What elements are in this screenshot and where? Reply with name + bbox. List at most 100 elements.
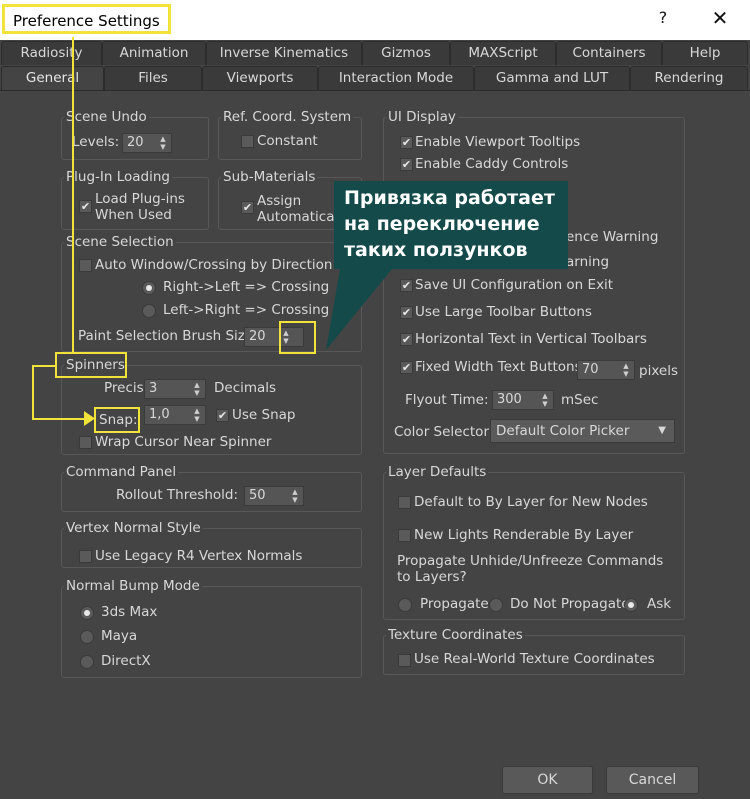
layer-defaults-label: Layer Defaults	[386, 464, 489, 480]
load-plugins-checkbox[interactable]: ✔	[79, 200, 92, 213]
constant-label: Constant	[257, 133, 318, 149]
propagate-question-label-1: Propagate Unhide/Unfreeze Commands	[397, 553, 664, 569]
levels-spinner[interactable]: 20 ▲ ▼	[122, 133, 172, 153]
viewport-tooltips-label: Enable Viewport Tooltips	[415, 134, 581, 150]
rollout-threshold-spinner[interactable]: 50 ▲ ▼	[244, 486, 304, 506]
new-lights-label: New Lights Renderable By Layer	[414, 527, 634, 543]
tab-general[interactable]: General	[1, 66, 104, 91]
snap-value: 1,0	[149, 407, 170, 422]
check-icon: ✔	[217, 409, 228, 422]
spinner-arrows-icon[interactable]: ▲ ▼	[540, 392, 550, 408]
rollout-threshold-value: 50	[249, 488, 266, 503]
check-icon: ✔	[80, 200, 91, 213]
tab-maxscript[interactable]: MAXScript	[450, 41, 556, 65]
help-icon[interactable]: ?	[652, 8, 674, 30]
fixed-width-label: Fixed Width Text Buttons:	[415, 359, 587, 375]
real-world-label: Use Real-World Texture Coordinates	[414, 651, 655, 667]
cancel-button[interactable]: Cancel	[606, 766, 699, 794]
ask-radio[interactable]	[624, 598, 638, 612]
bump-directx-label: DirectX	[101, 653, 151, 669]
tab-gizmos[interactable]: Gizmos	[362, 41, 450, 65]
tab-viewports[interactable]: Viewports	[202, 66, 318, 90]
fixed-width-value: 70	[582, 362, 599, 377]
tab-radiosity[interactable]: Radiosity	[1, 41, 102, 65]
legacy-normals-checkbox[interactable]	[79, 550, 92, 563]
do-not-propagate-radio[interactable]	[489, 598, 503, 612]
auto-window-checkbox[interactable]	[79, 259, 92, 272]
scene-selection-label: Scene Selection	[64, 234, 176, 250]
tab-inverse-kinematics[interactable]: Inverse Kinematics	[206, 41, 362, 65]
caddy-controls-checkbox[interactable]: ✔	[400, 158, 413, 171]
levels-label: Levels:	[72, 134, 120, 150]
tab-gamma-and-lut[interactable]: Gamma and LUT	[474, 66, 630, 90]
plugin-loading-label: Plug-In Loading	[64, 169, 172, 185]
color-selector-dropdown[interactable]: Default Color Picker ▼	[490, 419, 675, 443]
tab-interaction-mode[interactable]: Interaction Mode	[318, 66, 474, 90]
do-not-propagate-label: Do Not Propagate	[510, 596, 630, 612]
levels-value: 20	[127, 135, 144, 150]
close-icon[interactable]: ✕	[708, 6, 732, 32]
spinner-arrows-icon[interactable]: ▲ ▼	[621, 362, 631, 378]
left-right-radio[interactable]	[142, 304, 156, 318]
snap-spinner[interactable]: 1,0 ▲ ▼	[144, 405, 206, 425]
wrap-cursor-checkbox[interactable]	[79, 436, 92, 449]
propagate-label: Propagate	[420, 596, 489, 612]
flyout-time-label: Flyout Time:	[405, 392, 489, 408]
legacy-normals-label: Use Legacy R4 Vertex Normals	[95, 548, 303, 564]
check-icon: ✔	[401, 361, 412, 374]
bump-directx-radio[interactable]	[80, 655, 94, 669]
real-world-checkbox[interactable]	[398, 654, 411, 667]
spinners-connector-side	[32, 365, 34, 419]
check-icon: ✔	[242, 201, 253, 214]
bump-maya-radio[interactable]	[80, 630, 94, 644]
spinners-highlight	[55, 352, 127, 378]
vertex-normal-label: Vertex Normal Style	[64, 520, 203, 536]
spinner-arrows-icon[interactable]: ▲ ▼	[192, 407, 202, 423]
tab-animation[interactable]: Animation	[102, 41, 206, 65]
spinners-connector-top	[32, 365, 56, 367]
new-lights-checkbox[interactable]	[398, 529, 411, 542]
tab-divider	[0, 90, 750, 91]
ref-coord-label: Ref. Coord. System	[221, 109, 354, 125]
scene-undo-label: Scene Undo	[64, 109, 149, 125]
partial-warning-label-1: ence Warning	[566, 229, 659, 245]
tab-rendering[interactable]: Rendering	[630, 66, 748, 90]
ok-button[interactable]: OK	[502, 766, 593, 794]
spinner-arrows-icon[interactable]: ▲ ▼	[158, 135, 168, 151]
precision-spinner[interactable]: 3 ▲ ▼	[144, 379, 206, 399]
texture-coords-label: Texture Coordinates	[386, 627, 525, 643]
fixed-width-spinner[interactable]: 70 ▲ ▼	[577, 360, 635, 380]
window-title: Preference Settings	[2, 4, 171, 34]
callout-line-2: на переключение	[344, 213, 540, 235]
title-bar: Preference Settings ? ✕	[0, 0, 750, 40]
default-by-layer-checkbox[interactable]	[398, 496, 411, 509]
bump-maya-label: Maya	[101, 628, 138, 644]
tab-files[interactable]: Files	[104, 66, 202, 90]
wrap-cursor-label: Wrap Cursor Near Spinner	[95, 434, 272, 450]
color-selector-value: Default Color Picker	[496, 423, 630, 439]
spinner-arrows-icon[interactable]: ▲ ▼	[290, 488, 300, 504]
tab-containers[interactable]: Containers	[556, 41, 662, 65]
constant-checkbox[interactable]	[241, 135, 254, 148]
assign-label-1: Assign	[257, 193, 302, 209]
color-selector-label: Color Selector:	[394, 424, 494, 440]
flyout-time-value: 300	[497, 392, 522, 407]
load-plugins-label-2: When Used	[95, 207, 172, 223]
flyout-time-spinner[interactable]: 300 ▲ ▼	[492, 390, 554, 410]
spinners-connector-bottom	[32, 418, 88, 420]
decimals-label: Decimals	[214, 380, 277, 396]
propagate-radio[interactable]	[398, 598, 412, 612]
propagate-question-label-2: to Layers?	[397, 569, 467, 585]
spinner-arrows-icon[interactable]: ▲ ▼	[192, 381, 202, 397]
ui-display-label: UI Display	[386, 109, 458, 125]
right-left-radio[interactable]	[142, 281, 156, 295]
check-icon: ✔	[401, 158, 412, 171]
horizontal-text-label: Horizontal Text in Vertical Toolbars	[415, 331, 647, 347]
fixed-width-checkbox[interactable]: ✔	[400, 361, 413, 374]
viewport-tooltips-checkbox[interactable]: ✔	[400, 136, 413, 149]
partial-warning-label-2: arning	[566, 254, 610, 270]
tab-help[interactable]: Help	[662, 41, 748, 65]
assign-checkbox[interactable]: ✔	[241, 201, 254, 214]
use-snap-checkbox[interactable]: ✔	[216, 409, 229, 422]
bump-3dsmax-radio[interactable]	[80, 606, 94, 620]
